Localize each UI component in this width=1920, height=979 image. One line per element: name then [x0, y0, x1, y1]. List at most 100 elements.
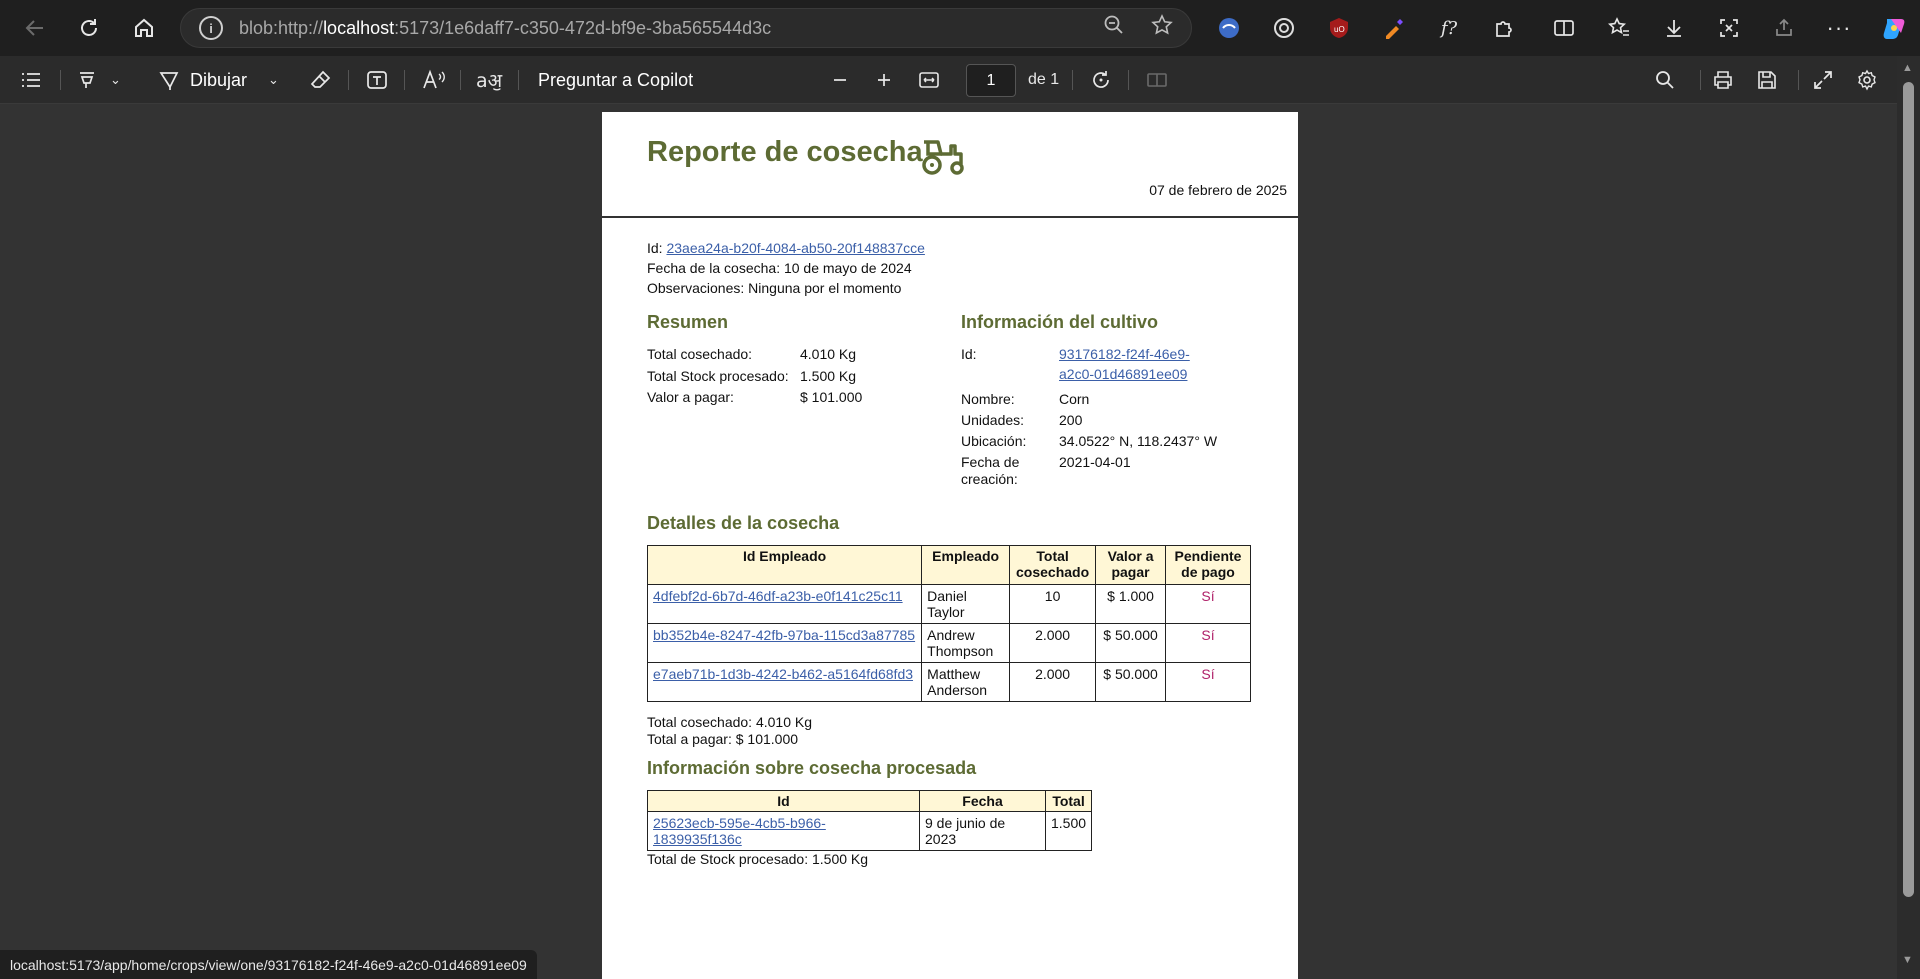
harvest-date: Fecha de la cosecha: 10 de mayo de 2024 — [647, 260, 912, 276]
crop-id-link[interactable]: a2c0-01d46891ee09 — [1059, 366, 1187, 382]
pdf-toolbar: ⌄ Dibujar ⌄ aॶ Preguntar a Copilot 1 de … — [0, 56, 1920, 104]
share-icon[interactable] — [1770, 14, 1798, 42]
summary-heading: Resumen — [647, 312, 729, 332]
list-icon — [22, 73, 40, 87]
url-rest: :5173/1e6daff7-c350-472d-bf9e-3ba565544d… — [394, 17, 772, 38]
formula-icon[interactable]: f? — [1435, 14, 1463, 42]
refresh-button[interactable] — [68, 7, 110, 49]
ublock-icon[interactable]: uO — [1325, 14, 1353, 42]
screenshot-icon[interactable] — [1715, 14, 1743, 42]
scroll-down-arrow-icon[interactable]: ▼ — [1902, 954, 1913, 966]
report-date: 07 de febrero de 2025 — [1149, 182, 1287, 198]
processed-total-cell: 1.500 — [1044, 811, 1093, 851]
crop-id-row: Id: 93176182-f24f-46e9- a2c0-01d46891ee0… — [961, 346, 1261, 386]
save-button[interactable] — [1756, 56, 1778, 104]
crop-name-label: Nombre: — [961, 391, 1015, 407]
toolbar-divider — [1128, 70, 1129, 90]
crop-location-row: Ubicación: 34.0522° N, 118.2437° W — [961, 433, 1261, 453]
crop-id-link[interactable]: 93176182-f24f-46e9- — [1059, 346, 1190, 362]
processed-id-link[interactable]: 25623ecb-595e-4cb5-b966-1839935f136c — [653, 815, 826, 847]
translate-icon: aॶ — [476, 70, 503, 92]
downloads-icon[interactable] — [1660, 14, 1688, 42]
value-to-pay-cell: $ 50.000 — [1095, 662, 1166, 702]
site-info-icon[interactable]: i — [199, 16, 223, 40]
fullscreen-button[interactable] — [1812, 56, 1834, 104]
favorite-star-icon[interactable] — [1151, 14, 1173, 42]
column-header: Pendiente de pago — [1165, 545, 1251, 585]
highlight-button[interactable] — [76, 56, 98, 104]
value-to-pay-cell: $ 1.000 — [1095, 584, 1166, 624]
details-heading: Detalles de la cosecha — [647, 513, 840, 533]
vertical-scrollbar[interactable]: ▲ ▼ — [1897, 56, 1920, 979]
summary-row: Valor a pagar: $ 101.000 — [647, 389, 907, 409]
toolbar-divider — [60, 70, 61, 90]
save-icon — [1758, 71, 1776, 89]
rotate-button[interactable] — [1090, 56, 1112, 104]
page-total-label: de 1 — [1028, 71, 1060, 88]
column-header: Total cosechado — [1009, 545, 1097, 585]
address-bar[interactable]: i blob:http://localhost:5173/1e6daff7-c3… — [180, 8, 1192, 48]
contents-button[interactable] — [20, 56, 42, 104]
plus-icon — [878, 74, 890, 86]
extensions-puzzle-icon[interactable] — [1490, 14, 1518, 42]
favorites-icon[interactable] — [1605, 14, 1633, 42]
crop-units-row: Unidades: 200 — [961, 412, 1261, 432]
highlight-dropdown[interactable]: ⌄ — [110, 56, 121, 104]
highlighter-icon — [80, 72, 94, 88]
zoom-out-icon[interactable] — [1103, 14, 1125, 42]
summary-value: 4.010 Kg — [800, 346, 857, 362]
draw-button[interactable]: Dibujar — [158, 56, 247, 104]
processed-heading: Información sobre cosecha procesada — [647, 758, 977, 778]
home-icon — [135, 18, 153, 37]
report-title: Reporte de cosecha — [647, 136, 923, 168]
summary-row: Total cosechado: 4.010 Kg — [647, 346, 907, 366]
total-pay-line: Total a pagar: $ 101.000 — [647, 731, 798, 747]
crop-id-label: Id: — [961, 346, 977, 362]
home-button[interactable] — [123, 7, 165, 49]
crop-heading: Información del cultivo — [961, 312, 1159, 332]
pending-payment-cell: Sí — [1165, 584, 1251, 624]
table-header-row: Id Fecha Total — [647, 790, 1093, 812]
fit-width-button[interactable] — [918, 56, 940, 104]
pending-payment-cell: Sí — [1165, 623, 1251, 663]
translate-button[interactable]: aॶ — [476, 56, 502, 104]
eraser-icon — [310, 70, 331, 88]
page-number-input[interactable]: 1 — [966, 64, 1016, 97]
add-text-button[interactable] — [366, 56, 388, 104]
color-picker-icon[interactable] — [1380, 14, 1408, 42]
scroll-up-arrow-icon[interactable]: ▲ — [1902, 62, 1913, 74]
print-button[interactable] — [1712, 56, 1734, 104]
total-harvested-line: Total cosechado: 4.010 Kg — [647, 714, 812, 730]
toolbar-divider — [1798, 70, 1799, 90]
draw-dropdown[interactable]: ⌄ — [268, 56, 279, 104]
gear-icon — [1858, 69, 1876, 91]
toolbar-divider — [518, 70, 519, 90]
employee-id-link[interactable]: 4dfebf2d-6b7d-46df-a23b-e0f141c25c11 — [653, 588, 903, 604]
extension-target-icon[interactable] — [1270, 14, 1298, 42]
expand-icon — [1814, 71, 1832, 89]
total-harvested-cell: 2.000 — [1009, 623, 1097, 663]
url-prefix: blob:http:// — [239, 17, 324, 38]
copilot-icon[interactable] — [1880, 14, 1908, 42]
extension-shield-icon[interactable] — [1215, 14, 1243, 42]
read-aloud-button[interactable] — [422, 56, 446, 104]
employee-id-link[interactable]: bb352b4e-8247-42fb-97ba-115cd3a87785 — [653, 627, 915, 643]
ask-copilot-button[interactable]: Preguntar a Copilot — [538, 56, 693, 104]
more-menu-icon[interactable]: ··· — [1825, 14, 1853, 42]
split-screen-icon[interactable] — [1550, 14, 1578, 42]
erase-button[interactable] — [310, 56, 332, 104]
total-harvested-cell: 10 — [1009, 584, 1097, 624]
zoom-out-button[interactable] — [830, 56, 850, 104]
scrollbar-thumb[interactable] — [1903, 82, 1914, 897]
total-harvested-value: 4.010 Kg — [755, 714, 813, 730]
toolbar-divider — [460, 70, 461, 90]
address-url[interactable]: blob:http://localhost:5173/1e6daff7-c350… — [239, 18, 771, 39]
zoom-in-button[interactable] — [874, 56, 894, 104]
find-button[interactable] — [1654, 56, 1676, 104]
employee-id-link[interactable]: e7aeb71b-1d3b-4242-b462-a5164fd68fd3 — [653, 666, 913, 682]
page-view-button[interactable] — [1146, 56, 1168, 104]
report-id-link[interactable]: 23aea24a-b20f-4084-ab50-20f148837cce — [666, 240, 924, 256]
back-button[interactable] — [14, 7, 56, 49]
settings-button[interactable] — [1856, 56, 1878, 104]
employee-name: Matthew Anderson — [921, 662, 1011, 702]
